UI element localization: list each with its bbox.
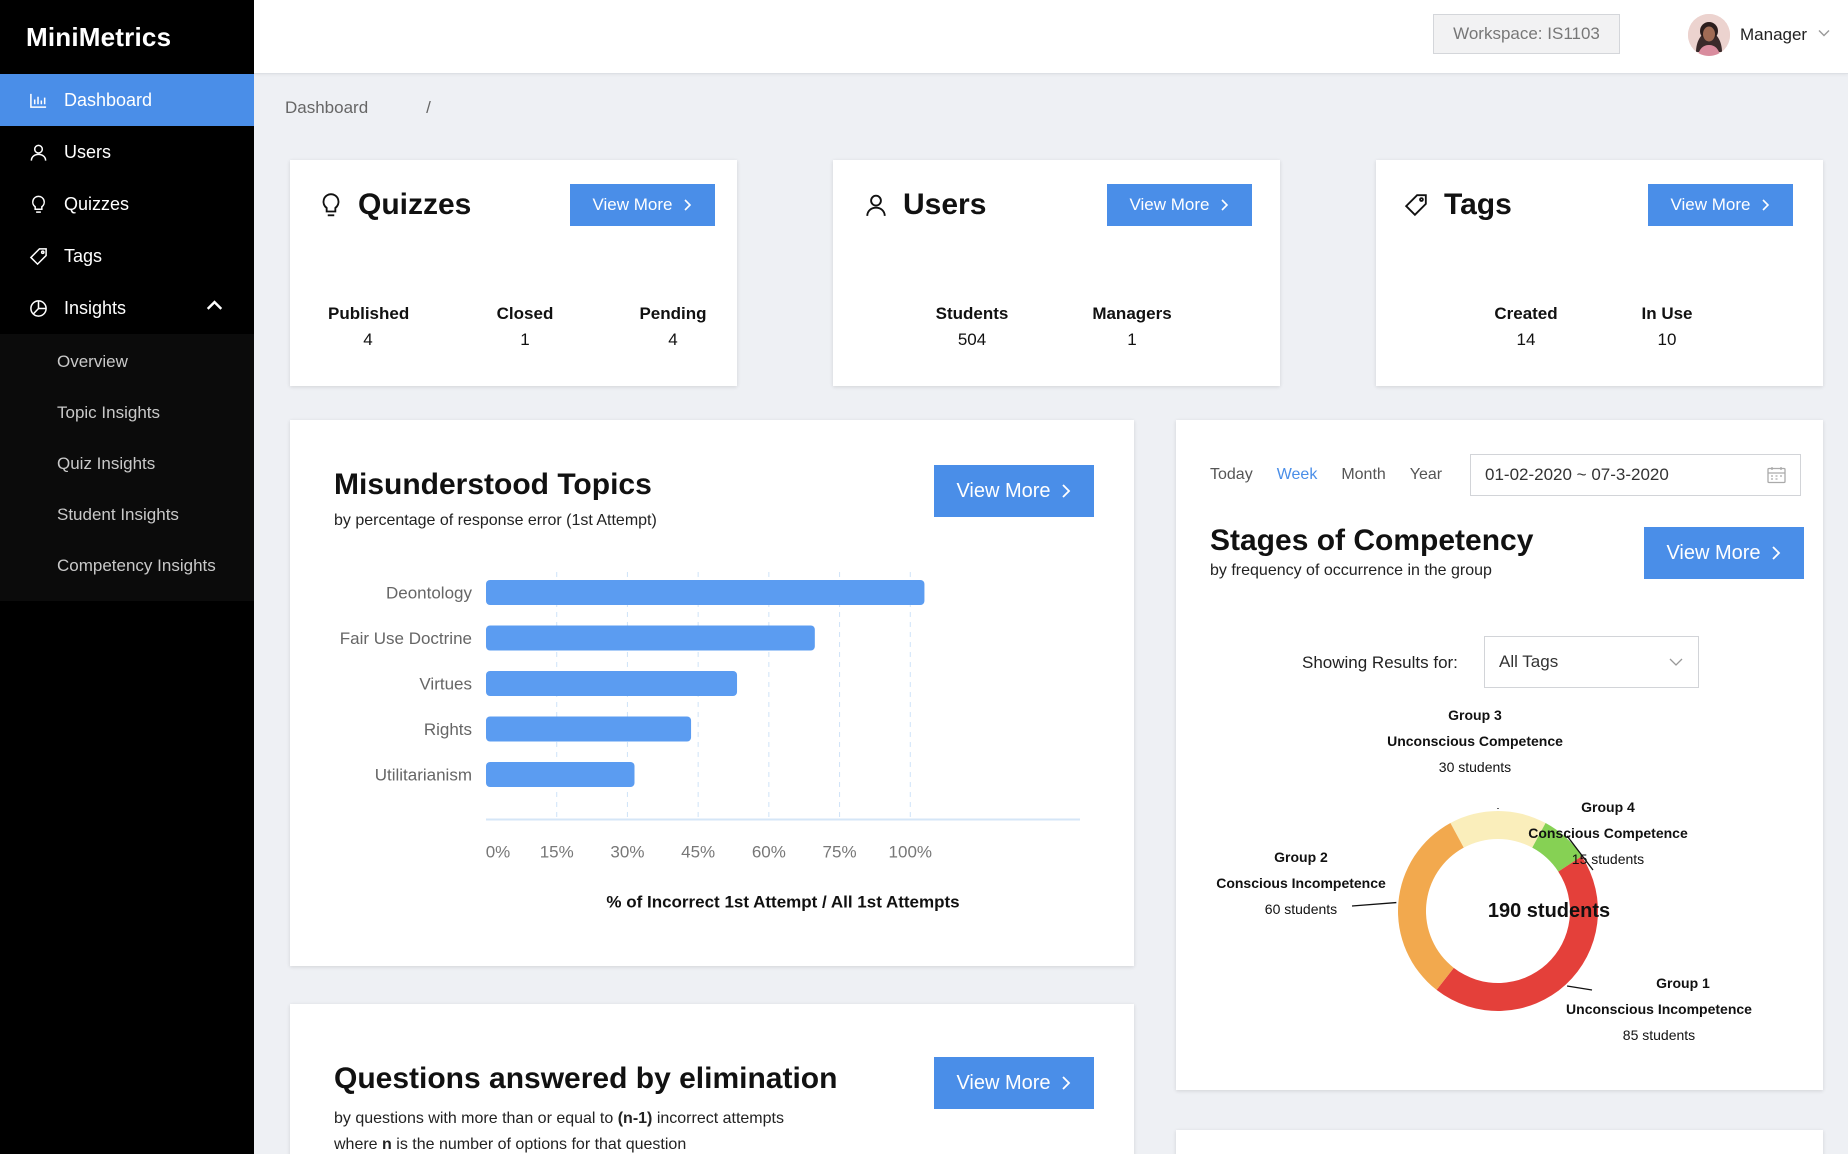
x-axis-label: % of Incorrect 1st Attempt / All 1st Att… bbox=[606, 893, 959, 912]
competency-card: Today Week Month Year 01-02-2020 ~ 07-3-… bbox=[1176, 420, 1823, 1090]
users-view-more-button[interactable]: View More bbox=[1107, 184, 1252, 226]
lightbulb-icon bbox=[28, 194, 48, 214]
x-tick-label: 60% bbox=[752, 843, 786, 862]
sidebar-item-label: Dashboard bbox=[64, 89, 153, 110]
stat-created: Created 14 bbox=[1494, 304, 1558, 349]
sidebar-subitem-topic-insights[interactable]: Topic Insights bbox=[0, 387, 254, 438]
user-icon bbox=[28, 142, 48, 162]
category-label: Utilitarianism bbox=[375, 766, 472, 785]
card-title: Tags bbox=[1404, 188, 1512, 222]
tags-view-more-button[interactable]: View More bbox=[1648, 184, 1793, 226]
top-bar: Workspace: IS1103 Manager bbox=[254, 0, 1848, 74]
tag-icon bbox=[1404, 193, 1428, 217]
sidebar-item-label: Insights bbox=[64, 297, 127, 318]
lightbulb-icon bbox=[320, 192, 342, 218]
elimination-subtitle: by questions with more than or equal to … bbox=[334, 1110, 784, 1127]
sidebar: MiniMetrics Dashboard Users Quizzes Tags… bbox=[0, 0, 254, 1154]
elimination-view-more-button[interactable]: View More bbox=[934, 1057, 1094, 1109]
x-tick-label: 15% bbox=[540, 843, 574, 862]
stat-published: Published 4 bbox=[328, 304, 410, 349]
app-logo: MiniMetrics bbox=[26, 21, 172, 52]
breadcrumb-separator: / bbox=[426, 98, 431, 117]
pie-chart-icon bbox=[28, 298, 48, 318]
user-role-label: Manager bbox=[1740, 25, 1808, 44]
breadcrumb: Dashboard / bbox=[285, 98, 431, 118]
sidebar-subitem-quiz-insights[interactable]: Quiz Insights bbox=[0, 438, 254, 489]
chevron-down-icon bbox=[1817, 26, 1831, 45]
avatar bbox=[1688, 14, 1730, 56]
bar-chart-icon bbox=[28, 90, 48, 110]
insights-submenu: Overview Topic Insights Quiz Insights St… bbox=[0, 334, 254, 601]
x-tick-label: 75% bbox=[823, 843, 857, 862]
category-label: Virtues bbox=[419, 675, 472, 694]
category-label: Rights bbox=[424, 720, 472, 739]
stat-closed: Closed 1 bbox=[496, 304, 554, 349]
category-label: Fair Use Doctrine bbox=[340, 629, 472, 648]
elimination-subtitle-2: where n is the number of options for tha… bbox=[334, 1136, 687, 1153]
x-tick-label: 30% bbox=[610, 843, 644, 862]
stat-in-use: In Use 10 bbox=[1641, 304, 1693, 349]
profile-menu[interactable]: Manager bbox=[1688, 14, 1831, 56]
card-title: Users bbox=[865, 188, 986, 222]
stat-students: Students 504 bbox=[935, 304, 1009, 349]
stat-pending: Pending 4 bbox=[639, 304, 707, 349]
bar bbox=[486, 625, 815, 651]
donut-center-label: 190 students bbox=[1487, 900, 1611, 922]
sidebar-item-dashboard[interactable]: Dashboard bbox=[0, 74, 254, 126]
sidebar-subitem-student-insights[interactable]: Student Insights bbox=[0, 489, 254, 540]
sidebar-item-label: Users bbox=[64, 141, 112, 162]
card-title: Quizzes bbox=[320, 188, 471, 222]
users-card: Users View More Students 504 Managers 1 bbox=[833, 160, 1280, 386]
category-label: Deontology bbox=[386, 584, 473, 603]
x-tick-label: 45% bbox=[681, 843, 715, 862]
tag-icon bbox=[28, 246, 48, 266]
misunderstood-topics-card: Misunderstood Topics by percentage of re… bbox=[290, 420, 1134, 966]
sidebar-item-label: Tags bbox=[64, 245, 103, 266]
workspace-selector[interactable]: Workspace: IS1103 bbox=[1433, 14, 1620, 54]
x-tick-label: 0% bbox=[486, 843, 511, 862]
donut-label-group-3: Group 3 Unconscious Competence 30 studen… bbox=[1387, 707, 1563, 775]
donut-label-group-4: Group 4 Conscious Competence 15 students bbox=[1528, 799, 1688, 867]
tags-card: Tags View More Created 14 In Use 10 bbox=[1376, 160, 1823, 386]
x-tick-label: 100% bbox=[889, 843, 932, 862]
next-card bbox=[1176, 1130, 1823, 1154]
bar bbox=[486, 671, 738, 696]
bar bbox=[486, 762, 635, 787]
bar bbox=[486, 580, 925, 605]
sidebar-item-insights[interactable]: Insights bbox=[0, 282, 254, 334]
chevron-right-icon bbox=[1761, 199, 1769, 211]
chevron-up-icon[interactable] bbox=[205, 296, 224, 320]
elimination-title: Questions answered by elimination bbox=[334, 1062, 838, 1095]
elimination-card: Questions answered by elimination by que… bbox=[290, 1004, 1134, 1154]
chevron-right-icon bbox=[683, 199, 691, 211]
sidebar-item-tags[interactable]: Tags bbox=[0, 230, 254, 282]
donut-label-group-2: Group 2 Conscious Incompetence 60 studen… bbox=[1216, 849, 1386, 917]
quizzes-card: Quizzes View More Published 4 Closed 1 P… bbox=[290, 160, 737, 386]
breadcrumb-item-dashboard[interactable]: Dashboard bbox=[285, 98, 368, 118]
sidebar-item-label: Quizzes bbox=[64, 193, 130, 214]
sidebar-subitem-overview[interactable]: Overview bbox=[0, 336, 254, 387]
sidebar-item-users[interactable]: Users bbox=[0, 126, 254, 178]
misunderstood-topics-bar-chart: Deontology Fair Use Doctrine Virtues Rights… bbox=[340, 572, 1080, 912]
chevron-right-icon bbox=[1061, 1076, 1070, 1090]
stat-managers: Managers 1 bbox=[1092, 304, 1172, 349]
quizzes-view-more-button[interactable]: View More bbox=[570, 184, 715, 226]
bar bbox=[486, 716, 692, 742]
sidebar-item-quizzes[interactable]: Quizzes bbox=[0, 178, 254, 230]
donut-label-group-1: Group 1 Unconscious Incompetence 85 stud… bbox=[1566, 975, 1752, 1043]
sidebar-subitem-competency-insights[interactable]: Competency Insights bbox=[0, 540, 254, 591]
user-icon bbox=[865, 193, 887, 217]
chevron-right-icon bbox=[1220, 199, 1228, 211]
